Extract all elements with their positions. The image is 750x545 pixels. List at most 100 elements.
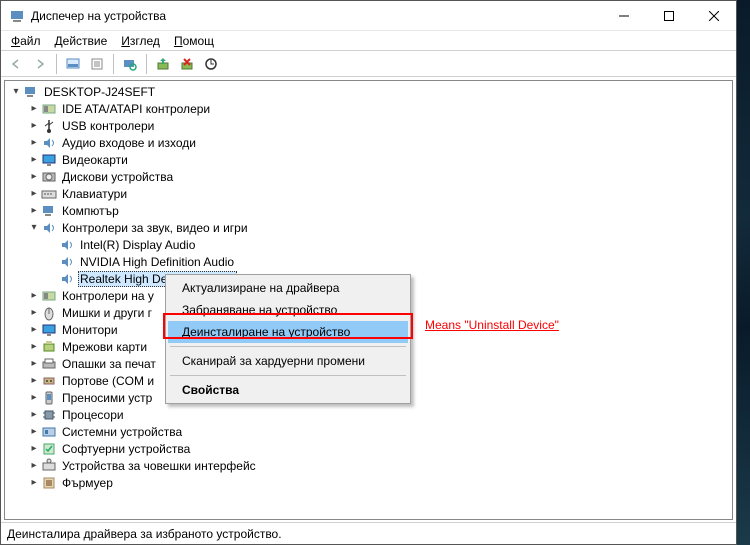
properties-button[interactable]: [86, 53, 108, 75]
tree-category-label: IDE ATA/ATAPI контролери: [60, 102, 212, 116]
sound-icon: [59, 254, 75, 270]
tree-category-label: Компютър: [60, 204, 121, 218]
menu-file[interactable]: Файл: [5, 32, 47, 50]
chevron-right-icon[interactable]: ▸: [27, 392, 41, 403]
tree-root-label: DESKTOP-J24SEFT: [42, 85, 157, 99]
chevron-right-icon[interactable]: ▸: [27, 409, 41, 420]
tree-category-label: Софтуерни устройства: [60, 442, 192, 456]
menu-bar: Файл Действие Изглед Помощ: [1, 31, 736, 51]
monitor-icon: [41, 322, 57, 338]
chevron-right-icon[interactable]: ▸: [27, 324, 41, 335]
tree-device-node[interactable]: Intel(R) Display Audio: [45, 236, 732, 253]
tree-category-label: Мишки и други г: [60, 306, 154, 320]
chevron-right-icon[interactable]: ▸: [27, 171, 41, 182]
window-controls: [601, 1, 736, 31]
tree-category-label: Фърмуер: [60, 476, 115, 490]
tree-category-node[interactable]: ▸ IDE ATA/ATAPI контролери: [27, 100, 732, 117]
tree-category-node[interactable]: ▸ Устройства за човешки интерфейс: [27, 457, 732, 474]
firmware-icon: [41, 475, 57, 491]
sound-icon: [59, 271, 75, 287]
chevron-right-icon[interactable]: ▸: [27, 460, 41, 471]
computer-icon: [41, 203, 57, 219]
toolbar: [1, 51, 736, 77]
nav-forward-button[interactable]: [29, 53, 51, 75]
chevron-right-icon[interactable]: ▸: [27, 426, 41, 437]
network-icon: [41, 339, 57, 355]
chevron-right-icon[interactable]: ▸: [27, 307, 41, 318]
tree-category-node[interactable]: ▸ Клавиатури: [27, 185, 732, 202]
chevron-right-icon[interactable]: ▸: [27, 443, 41, 454]
ports-icon: [41, 373, 57, 389]
enable-device-button[interactable]: [200, 53, 222, 75]
tree-category-node[interactable]: ▾Контролери за звук, видео и игри: [27, 219, 732, 236]
app-icon: [9, 8, 25, 24]
storage-ctrl-icon: [41, 288, 57, 304]
chevron-right-icon[interactable]: ▸: [27, 375, 41, 386]
toolbar-separator: [146, 54, 147, 74]
chevron-right-icon[interactable]: ▸: [27, 188, 41, 199]
tree-category-label: Клавиатури: [60, 187, 129, 201]
chevron-right-icon[interactable]: ▸: [27, 358, 41, 369]
tree-category-node[interactable]: ▸ Системни устройства: [27, 423, 732, 440]
ide-icon: [41, 101, 57, 117]
tree-category-node[interactable]: ▸ Процесори: [27, 406, 732, 423]
tree-device-node[interactable]: NVIDIA High Definition Audio: [45, 253, 732, 270]
maximize-button[interactable]: [646, 1, 691, 31]
tree-category-node[interactable]: ▸Видеокарти: [27, 151, 732, 168]
context-menu-item[interactable]: Свойства: [168, 379, 408, 401]
tree-category-label: Аудио входове и изходи: [60, 136, 198, 150]
show-hidden-button[interactable]: [62, 53, 84, 75]
annotation-text: Means "Uninstall Device": [425, 318, 559, 332]
scan-hardware-button[interactable]: [119, 53, 141, 75]
tree-root-node[interactable]: ▾ DESKTOP-J24SEFT: [9, 83, 732, 100]
title-bar: Диспечер на устройства: [1, 1, 736, 31]
uninstall-device-button[interactable]: [176, 53, 198, 75]
hid-icon: [41, 458, 57, 474]
chevron-right-icon[interactable]: ▸: [27, 290, 41, 301]
context-menu-item[interactable]: Забраняване на устройство: [168, 299, 408, 321]
chevron-right-icon[interactable]: ▸: [27, 154, 41, 165]
chevron-right-icon[interactable]: ▸: [27, 205, 41, 216]
menu-help[interactable]: Помощ: [168, 32, 220, 50]
tree-category-node[interactable]: ▸ Софтуерни устройства: [27, 440, 732, 457]
minimize-button[interactable]: [601, 1, 646, 31]
chevron-right-icon[interactable]: ▸: [27, 341, 41, 352]
tree-device-label: NVIDIA High Definition Audio: [78, 255, 236, 269]
chevron-right-icon[interactable]: ▸: [27, 103, 41, 114]
tree-device-label: Intel(R) Display Audio: [78, 238, 197, 252]
system-device-icon: [41, 424, 57, 440]
tree-category-label: Системни устройства: [60, 425, 184, 439]
display-adapter-icon: [41, 152, 57, 168]
tree-category-node[interactable]: ▸ Дискови устройства: [27, 168, 732, 185]
tree-category-label: Дискови устройства: [60, 170, 175, 184]
tree-category-node[interactable]: ▸ Аудио входове и изходи: [27, 134, 732, 151]
tree-category-label: Процесори: [60, 408, 126, 422]
tree-category-node[interactable]: ▸ Компютър: [27, 202, 732, 219]
status-text: Деинсталира драйвера за избраното устрой…: [7, 527, 282, 541]
context-menu-item[interactable]: Актуализиране на драйвера: [168, 277, 408, 299]
computer-root-icon: [23, 84, 39, 100]
tree-category-label: Преносими устр: [60, 391, 154, 405]
audio-io-icon: [41, 135, 57, 151]
context-menu-item[interactable]: Сканирай за хардуерни промени: [168, 350, 408, 372]
update-driver-button[interactable]: [152, 53, 174, 75]
window-title: Диспечер на устройства: [31, 9, 166, 23]
chevron-down-icon[interactable]: ▾: [27, 222, 41, 233]
chevron-down-icon[interactable]: ▾: [9, 86, 23, 97]
menu-view[interactable]: Изглед: [115, 32, 166, 50]
chevron-right-icon[interactable]: ▸: [27, 477, 41, 488]
chevron-right-icon[interactable]: ▸: [27, 120, 41, 131]
chevron-right-icon[interactable]: ▸: [27, 137, 41, 148]
tree-category-node[interactable]: ▸ USB контролери: [27, 117, 732, 134]
menu-action[interactable]: Действие: [49, 32, 114, 50]
tree-category-node[interactable]: ▸ Фърмуер: [27, 474, 732, 491]
tree-category-label: Устройства за човешки интерфейс: [60, 459, 258, 473]
software-device-icon: [41, 441, 57, 457]
nav-back-button[interactable]: [5, 53, 27, 75]
tree-category-label: USB контролери: [60, 119, 156, 133]
print-queue-icon: [41, 356, 57, 372]
device-manager-window: Диспечер на устройства Файл Действие Изг…: [0, 0, 737, 545]
close-button[interactable]: [691, 1, 736, 31]
context-menu-item[interactable]: Деинсталиране на устройство: [168, 321, 408, 343]
tree-category-label: Мрежови карти: [60, 340, 149, 354]
